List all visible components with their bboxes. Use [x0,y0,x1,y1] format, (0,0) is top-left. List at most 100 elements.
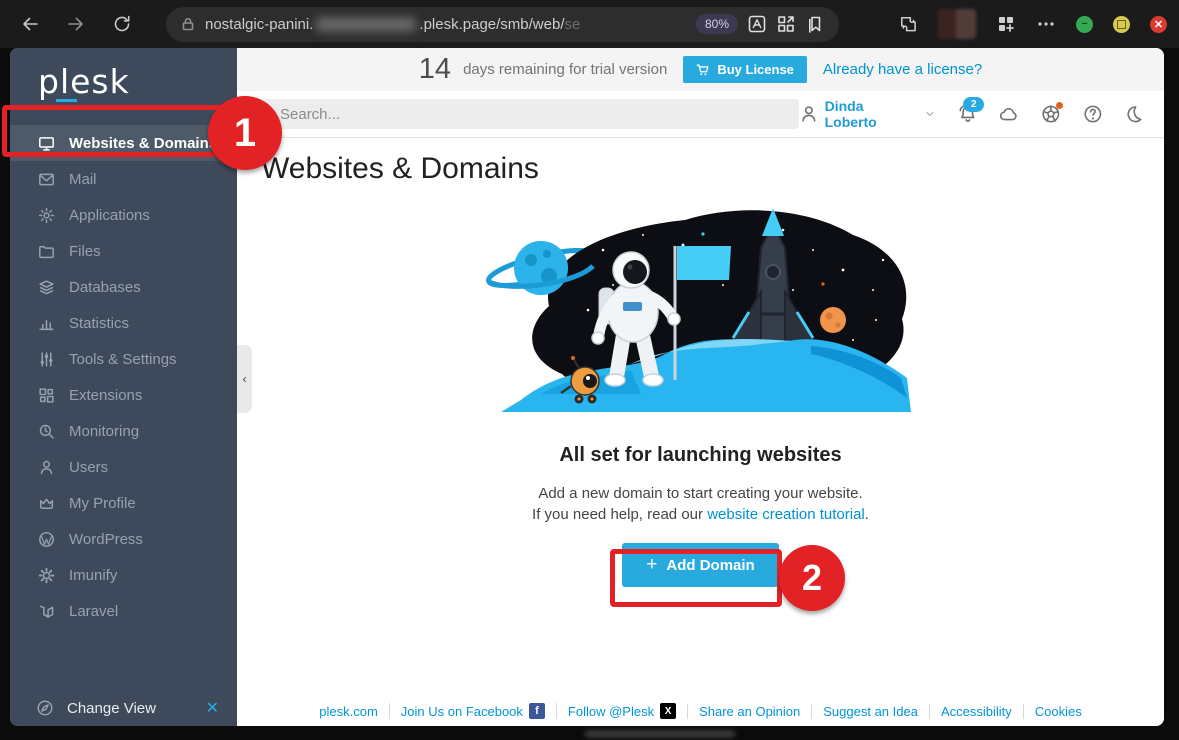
annotation-step-1: 1 [208,96,282,170]
browser-profile-avatar[interactable] [938,9,976,39]
sidebar-item-label: Tools & Settings [69,351,177,368]
add-domain-button[interactable]: + Add Domain [622,543,778,587]
browser-nav-buttons [20,14,132,34]
footer-item: Follow @Plesk X [556,703,687,719]
x-twitter-icon[interactable]: X [660,703,676,719]
bookmark-icon[interactable] [805,14,825,34]
sidebar-item-label: My Profile [69,495,136,512]
footer-link-suggest-an-idea[interactable]: Suggest an Idea [823,704,918,719]
laravel-icon [38,603,55,620]
gear-icon [38,207,55,224]
sidebar-item-applications[interactable]: Applications [10,197,237,233]
url-redacted-blur [316,18,416,31]
notification-count-badge: 2 [963,97,984,112]
sidebar-nav: Websites & Domains Mail Applications Files D… [10,125,237,629]
sidebar-item-laravel[interactable]: Laravel [10,593,237,629]
sidebar-item-label: Extensions [69,387,142,404]
footer-link-cookies[interactable]: Cookies [1035,704,1082,719]
sidebar-collapse-button[interactable]: ‹ [237,345,252,413]
background-window-artifact [585,731,735,737]
footer-item: plesk.com [308,704,389,719]
compass-icon [36,699,54,717]
person-icon [799,104,819,124]
footer-item: Cookies [1023,704,1093,719]
sidebar-item-label: Mail [69,171,97,188]
footer-item: Suggest an Idea [811,704,929,719]
cloud-icon[interactable] [999,104,1019,124]
sidebar-item-label: Imunify [69,567,117,584]
blocks-icon [38,387,55,404]
sidebar-item-users[interactable]: Users [10,449,237,485]
trial-bar: 14 days remaining for trial version Buy … [237,48,1164,91]
maximize-button[interactable] [1113,16,1130,33]
back-icon[interactable] [20,14,40,34]
sidebar-item-mail[interactable]: Mail [10,161,237,197]
sidebar-item-label: Databases [69,279,141,296]
sidebar-item-files[interactable]: Files [10,233,237,269]
bar-chart-icon [38,315,55,332]
already-have-license-link[interactable]: Already have a license? [823,61,982,78]
url-text: nostalgic-panini..plesk.page/smb/web/se [205,16,580,33]
sun-gear-icon [38,567,55,584]
whats-new-icon[interactable] [1041,104,1061,124]
grid-plus-icon[interactable] [996,14,1016,34]
sidebar-item-label: Applications [69,207,150,224]
sidebar-item-statistics[interactable]: Statistics [10,305,237,341]
sidebar-item-websites-domains[interactable]: Websites & Domains [10,125,237,161]
search-box[interactable] [245,99,799,129]
top-toolbar: Dinda Loberto 2 [237,91,1164,138]
sidebar-item-label: Laravel [69,603,118,620]
change-view-label: Change View [67,700,156,717]
footer-link-join-us-on-facebook[interactable]: Join Us on Facebook [401,704,523,719]
forward-icon[interactable] [66,14,86,34]
user-menu[interactable]: Dinda Loberto [799,98,936,130]
footer-link-follow-plesk[interactable]: Follow @Plesk [568,704,654,719]
search-input[interactable] [278,105,789,124]
notifications-bell-icon[interactable]: 2 [958,104,978,124]
crown-icon [38,495,55,512]
footer-link-share-an-opinion[interactable]: Share an Opinion [699,704,800,719]
change-view-button[interactable]: Change View ✕ [10,694,237,722]
sidebar-item-monitoring[interactable]: Monitoring [10,413,237,449]
footer-link-accessibility[interactable]: Accessibility [941,704,1012,719]
plesk-logo-underline [56,99,77,102]
browser-menu-icon[interactable] [1036,14,1056,34]
sliders-icon [38,351,55,368]
footer-link-plesk-com[interactable]: plesk.com [319,704,378,719]
plus-icon: + [646,554,657,576]
extensions-puzzle-icon[interactable] [898,14,918,34]
translate-icon[interactable] [747,14,767,34]
sidebar-item-extensions[interactable]: Extensions [10,377,237,413]
help-icon[interactable] [1083,104,1103,124]
wordpress-icon [38,531,55,548]
website-creation-tutorial-link[interactable]: website creation tutorial [707,506,865,523]
minimize-button[interactable]: − [1076,16,1093,33]
plesk-page: plesk Websites & Domains Mail Applications… [10,48,1164,726]
sidebar: plesk Websites & Domains Mail Applications… [10,48,237,726]
close-button[interactable]: ✕ [1150,16,1167,33]
reader-panels-icon[interactable] [776,14,796,34]
plesk-logo: plesk [38,62,148,101]
dark-mode-icon[interactable] [1124,104,1144,124]
change-view-close-icon[interactable]: ✕ [206,698,219,718]
sidebar-item-tools-settings[interactable]: Tools & Settings [10,341,237,377]
empty-state: All set for launching websites Add a new… [237,444,1164,587]
user-area: Dinda Loberto 2 [799,98,1144,130]
sidebar-item-databases[interactable]: Databases [10,269,237,305]
empty-state-line1: Add a new domain to start creating your … [237,483,1164,504]
address-bar[interactable]: nostalgic-panini..plesk.page/smb/web/se … [166,7,839,42]
sidebar-item-wordpress[interactable]: WordPress [10,521,237,557]
sidebar-item-my-profile[interactable]: My Profile [10,485,237,521]
chevron-down-icon [924,108,936,120]
browser-toolbar-right: − ✕ [898,9,1167,39]
footer-item: Join Us on Facebook f [389,703,556,719]
sidebar-item-label: Websites & Domains [69,135,217,152]
buy-license-button[interactable]: Buy License [683,56,807,83]
reload-icon[interactable] [112,14,132,34]
sidebar-item-imunify[interactable]: Imunify [10,557,237,593]
facebook-icon[interactable]: f [529,703,545,719]
sidebar-item-label: WordPress [69,531,143,548]
zoom-level-badge[interactable]: 80% [696,14,738,34]
annotation-step-2: 2 [779,545,845,611]
sidebar-item-label: Monitoring [69,423,139,440]
